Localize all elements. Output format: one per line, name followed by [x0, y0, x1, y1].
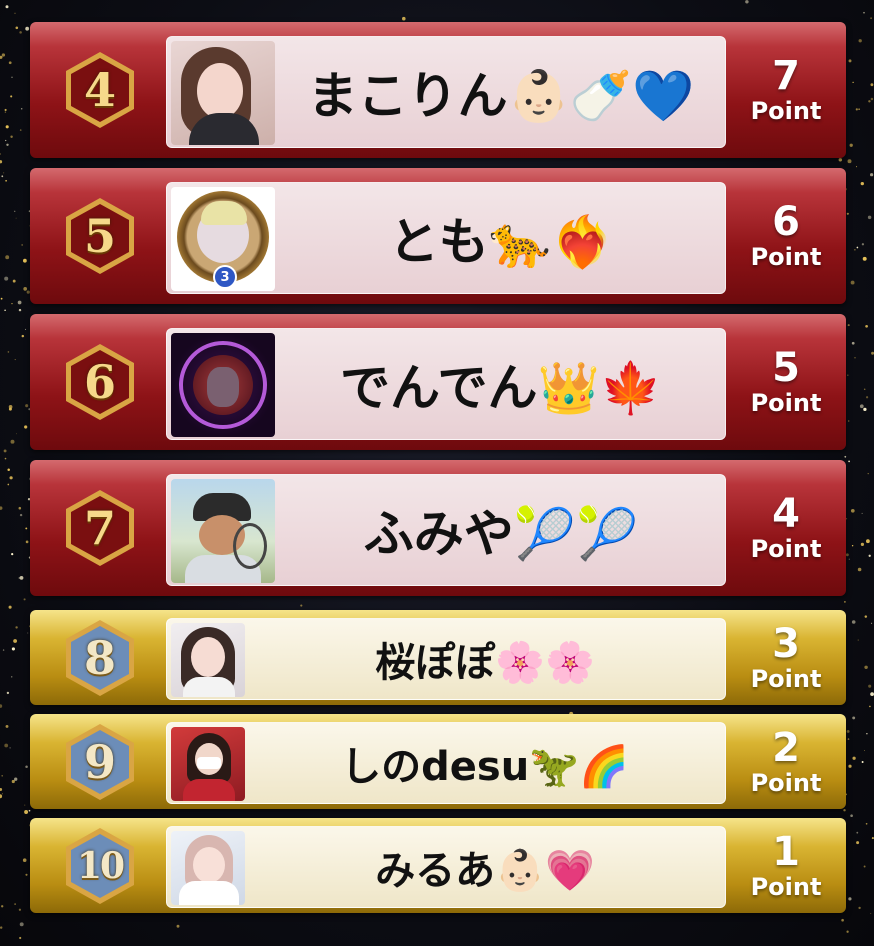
points-unit: Point	[750, 243, 822, 271]
points-unit: Point	[750, 389, 822, 417]
rank-badge-4: 4	[60, 50, 140, 130]
player-card: でんでん👑🍁	[166, 328, 726, 440]
points-value: 6	[772, 199, 800, 245]
ranking-row-6: 6 でんでん👑🍁 5 Point	[30, 314, 846, 450]
points-display: 4 Point	[726, 460, 846, 596]
player-name: しのdesu🦖🌈	[341, 744, 629, 790]
player-card: みるあ👶🏻💗	[166, 826, 726, 908]
player-name: 桜ぽぽ🌸🌸	[375, 640, 595, 686]
rank-number: 8	[83, 631, 116, 685]
points-value: 7	[772, 53, 800, 99]
rank-number: 7	[83, 501, 116, 555]
points-display: 2 Point	[726, 714, 846, 809]
rank-badge-6: 6	[60, 342, 140, 422]
avatar-fumiya	[171, 479, 275, 583]
avatar-shinodesu	[171, 727, 245, 801]
points-value: 4	[772, 491, 800, 537]
points-display: 3 Point	[726, 610, 846, 705]
rank-number: 6	[83, 355, 116, 409]
player-name: みるあ👶🏻💗	[375, 848, 595, 894]
avatar-denden	[171, 333, 275, 437]
rank-number: 9	[83, 735, 116, 789]
player-card: ふみや🎾🎾	[166, 474, 726, 586]
rank-number: 10	[76, 845, 125, 887]
avatar-mirua	[171, 831, 245, 905]
points-display: 5 Point	[726, 314, 846, 450]
avatar-level-badge: 3	[213, 265, 237, 289]
player-name: まこりん👶🏻🍼💙	[307, 67, 695, 125]
player-name: とも🐆❤️‍🔥	[388, 213, 614, 271]
avatar-makorin	[171, 41, 275, 145]
player-card: まこりん👶🏻🍼💙	[166, 36, 726, 148]
player-name: でんでん👑🍁	[339, 359, 662, 417]
ranking-row-4: 4 まこりん👶🏻🍼💙 7 Point	[30, 22, 846, 158]
player-card: 桜ぽぽ🌸🌸	[166, 618, 726, 700]
ranking-row-7: 7 ふみや🎾🎾 4 Point	[30, 460, 846, 596]
rank-badge-10: 10	[60, 826, 140, 906]
points-unit: Point	[750, 535, 822, 563]
rank-badge-9: 9	[60, 722, 140, 802]
ranking-row-10: 10 みるあ👶🏻💗 1 Point	[30, 818, 846, 913]
points-value: 1	[772, 828, 800, 875]
ranking-row-9: 9 しのdesu🦖🌈 2 Point	[30, 714, 846, 809]
points-value: 3	[772, 620, 800, 667]
avatar-tomo: 3	[171, 187, 275, 291]
points-value: 5	[772, 345, 800, 391]
points-unit: Point	[750, 872, 822, 901]
points-unit: Point	[750, 97, 822, 125]
points-unit: Point	[750, 664, 822, 693]
points-unit: Point	[750, 768, 822, 797]
points-value: 2	[772, 724, 800, 771]
rank-number: 5	[83, 209, 116, 263]
ranking-row-5: 5 3 とも🐆❤️‍🔥 6 Point	[30, 168, 846, 304]
rank-number: 4	[83, 63, 116, 117]
avatar-sakurapopo	[171, 623, 245, 697]
rank-badge-5: 5	[60, 196, 140, 276]
player-name: ふみや🎾🎾	[363, 505, 639, 563]
rank-badge-7: 7	[60, 488, 140, 568]
points-display: 1 Point	[726, 818, 846, 913]
player-card: しのdesu🦖🌈	[166, 722, 726, 804]
points-display: 7 Point	[726, 22, 846, 158]
ranking-row-8: 8 桜ぽぽ🌸🌸 3 Point	[30, 610, 846, 705]
player-card: 3 とも🐆❤️‍🔥	[166, 182, 726, 294]
rank-badge-8: 8	[60, 618, 140, 698]
points-display: 6 Point	[726, 168, 846, 304]
